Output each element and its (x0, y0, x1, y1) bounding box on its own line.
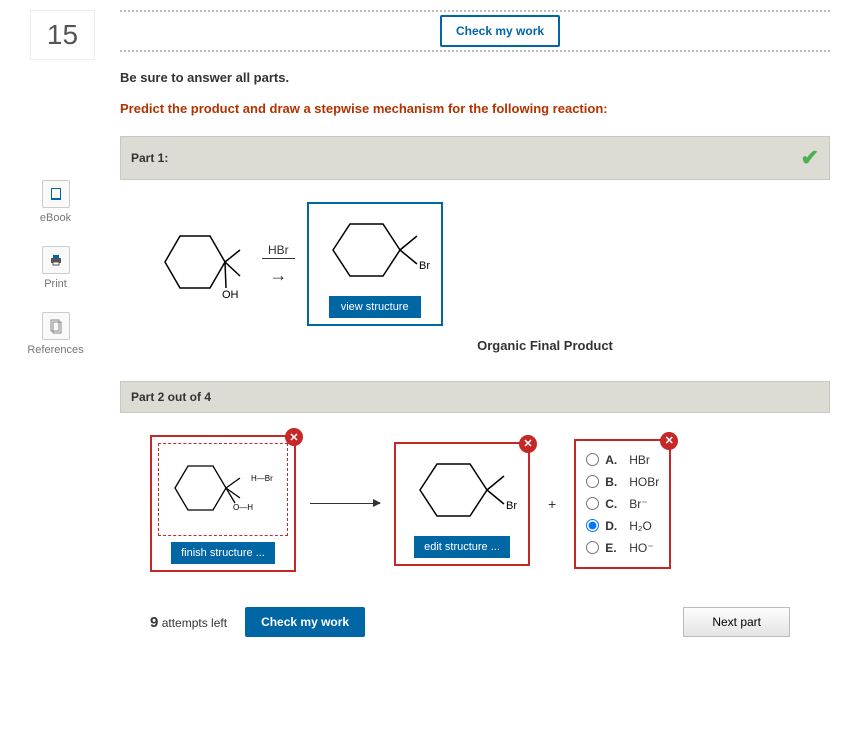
radio-d[interactable] (586, 519, 599, 532)
top-bar: Check my work (120, 10, 830, 52)
finish-structure-button[interactable]: finish structure ... (171, 542, 275, 564)
check-work-button-top[interactable]: Check my work (440, 15, 560, 47)
close-icon[interactable]: ✕ (660, 432, 678, 450)
option-letter: B. (605, 475, 623, 489)
part2-header: Part 2 out of 4 (120, 381, 830, 413)
footer-row: 9 attempts left Check my work Next part (120, 582, 830, 647)
edit-structure-button[interactable]: edit structure ... (414, 536, 510, 558)
part2-title: Part 2 out of 4 (131, 390, 211, 404)
option-text: HOBr (629, 475, 659, 489)
reaction-arrow-icon: → (269, 265, 287, 286)
close-icon[interactable]: ✕ (519, 435, 537, 453)
part1-body: OH HBr → Br view structure (120, 180, 830, 381)
references-label: References (27, 344, 83, 356)
option-e[interactable]: E. HO⁻ (586, 537, 659, 559)
part1-title: Part 1: (131, 151, 168, 165)
part2-body: ✕ O—H H—Br finish structure ... ✕ (120, 413, 830, 582)
option-text: HO⁻ (629, 541, 653, 555)
radio-e[interactable] (586, 541, 599, 554)
close-icon[interactable]: ✕ (285, 428, 303, 446)
option-text: HBr (629, 453, 650, 467)
attempts-text: attempts left (162, 616, 227, 630)
option-letter: C. (605, 497, 623, 511)
option-letter: A. (605, 453, 623, 467)
radio-b[interactable] (586, 475, 599, 488)
print-label: Print (44, 278, 67, 290)
svg-text:Br: Br (506, 500, 517, 512)
svg-text:H—Br: H—Br (251, 474, 273, 483)
mechanism-structure-1: O—H H—Br (163, 448, 283, 528)
correct-check-icon: ✔ (801, 145, 819, 171)
instruction-line-1: Be sure to answer all parts. (120, 70, 830, 85)
option-letter: E. (605, 541, 623, 555)
question-number: 15 (30, 10, 95, 60)
option-a[interactable]: A. HBr (586, 449, 659, 471)
answer-options: ✕ A. HBr B. HOBr C. Br⁻ (574, 439, 671, 569)
svg-text:Br: Br (419, 260, 430, 272)
references-icon (42, 312, 70, 340)
print-button[interactable]: Print (8, 246, 103, 290)
organic-product-caption: Organic Final Product (270, 338, 820, 353)
option-d[interactable]: D. H₂O (586, 515, 659, 537)
check-work-button[interactable]: Check my work (245, 607, 365, 637)
option-text: H₂O (629, 519, 652, 533)
mechanism-arrow-icon (310, 503, 380, 504)
reactant-structure: OH (150, 220, 250, 308)
option-c[interactable]: C. Br⁻ (586, 493, 659, 515)
ebook-button[interactable]: eBook (8, 180, 103, 224)
mechanism-box-1: ✕ O—H H—Br finish structure ... (150, 435, 296, 572)
mechanism-box-2: ✕ Br edit structure ... (394, 442, 530, 566)
radio-c[interactable] (586, 497, 599, 510)
product-structure: Br (315, 210, 435, 290)
part1-header: Part 1: ✔ (120, 136, 830, 180)
svg-text:OH: OH (222, 289, 239, 301)
plus-sign: + (548, 496, 556, 512)
svg-text:O—H: O—H (233, 503, 253, 512)
reagent-label: HBr (262, 243, 295, 259)
ebook-label: eBook (40, 212, 71, 224)
attempts-left: 9 attempts left (150, 614, 227, 631)
product-box: Br view structure (307, 202, 443, 326)
next-part-button[interactable]: Next part (683, 607, 790, 637)
references-button[interactable]: References (8, 312, 103, 356)
option-b[interactable]: B. HOBr (586, 471, 659, 493)
option-letter: D. (605, 519, 623, 533)
mechanism-structure-2: Br (402, 450, 522, 530)
attempts-number: 9 (150, 614, 158, 631)
book-icon (42, 180, 70, 208)
printer-icon (42, 246, 70, 274)
view-structure-button[interactable]: view structure (329, 296, 421, 318)
instruction-line-2: Predict the product and draw a stepwise … (120, 101, 830, 116)
sidebar: eBook Print References (8, 180, 103, 378)
radio-a[interactable] (586, 453, 599, 466)
option-text: Br⁻ (629, 497, 647, 511)
